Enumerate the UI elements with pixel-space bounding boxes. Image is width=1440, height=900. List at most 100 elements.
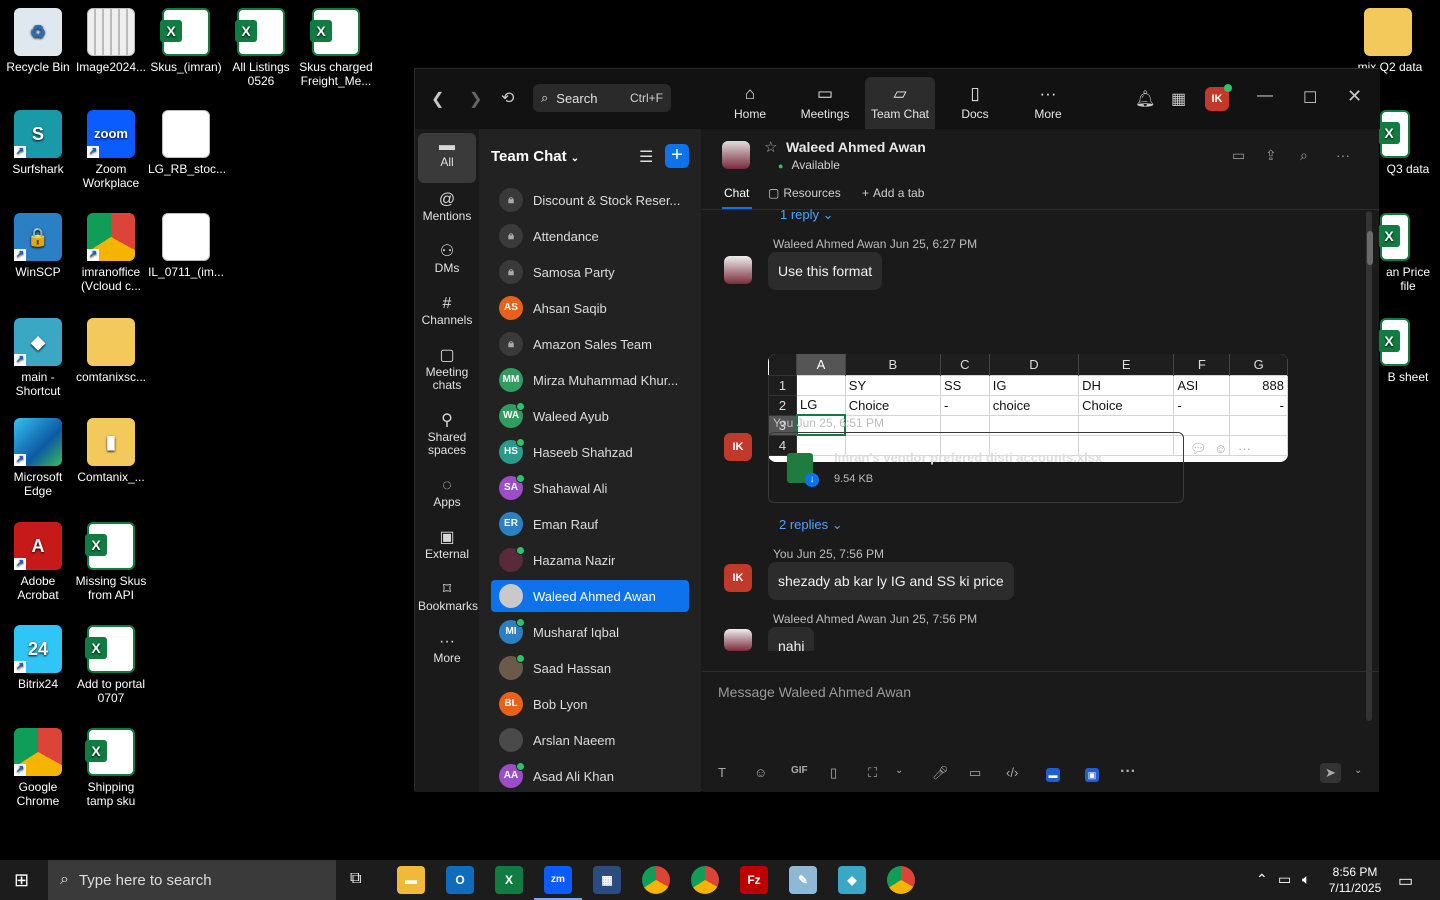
rail-more[interactable]: ··· More bbox=[418, 634, 476, 665]
notifications-icon[interactable]: ▭ bbox=[1398, 871, 1413, 891]
desktop-icon-recycle-bin[interactable]: ♻ Recycle Bin bbox=[0, 8, 76, 74]
desktop-icon-mix-q2[interactable]: mix Q2 data bbox=[1350, 8, 1430, 74]
desktop-icon-missing-skus[interactable]: Missing Skus from API bbox=[73, 522, 149, 602]
file-icon[interactable]: ▯ bbox=[830, 765, 837, 781]
share-screen-icon[interactable]: ⇪ bbox=[1265, 147, 1277, 164]
chrome-icon[interactable] bbox=[642, 866, 670, 894]
desktop-icon-add-to-portal[interactable]: Add to portal 0707 bbox=[73, 625, 149, 705]
outlook-icon[interactable]: O bbox=[446, 866, 474, 894]
desktop-icon-skus-charged[interactable]: Skus charged Freight_Me... bbox=[298, 8, 374, 88]
forward-icon[interactable]: ❯ bbox=[469, 89, 482, 109]
desktop-icon-comtanixsc[interactable]: comtanixsc... bbox=[73, 318, 149, 384]
rail-meeting-chats[interactable]: ▢ Meeting chats bbox=[418, 348, 476, 392]
chat-list-item[interactable]: AS Ahsan Saqib bbox=[491, 292, 689, 324]
app-icon[interactable]: ◆ bbox=[838, 866, 866, 894]
contact-avatar[interactable] bbox=[722, 141, 750, 169]
calendar-icon[interactable]: ▦ bbox=[1171, 89, 1186, 109]
tab-resources[interactable]: ▢ Resources bbox=[768, 186, 841, 200]
avatar[interactable] bbox=[724, 629, 752, 651]
rail-mentions[interactable]: @ Mentions bbox=[418, 192, 476, 223]
desktop-icon-q3-data[interactable]: Q3 data bbox=[1378, 110, 1438, 176]
desktop-icon-winscp[interactable]: 🔒WinSCP bbox=[0, 213, 76, 279]
rail-apps[interactable]: ◌ Apps bbox=[418, 478, 476, 509]
replies-link[interactable]: 1 reply ⌄ bbox=[780, 207, 834, 223]
star-icon[interactable]: ☆ bbox=[764, 138, 777, 156]
rail-bookmarks[interactable]: ⌑ Bookmarks bbox=[418, 582, 478, 613]
tab-chat[interactable]: Chat bbox=[724, 186, 749, 200]
network-icon[interactable]: ▭ bbox=[1278, 871, 1291, 888]
chat-list-item[interactable]: MI Musharaf Iqbal bbox=[491, 616, 689, 648]
zoom-icon[interactable]: zm bbox=[534, 866, 582, 900]
chevron-up-icon[interactable]: ⌃ bbox=[1256, 871, 1268, 888]
chat-list-item[interactable]: BL Bob Lyon bbox=[491, 688, 689, 720]
screenshot-icon[interactable]: ⛶ bbox=[868, 765, 877, 781]
message-composer[interactable]: Message Waleed Ahmed Awan bbox=[702, 671, 1379, 732]
rail-all[interactable]: ▬ All bbox=[418, 133, 476, 183]
app-plugin-icon[interactable]: ▣ bbox=[1085, 768, 1099, 782]
tab-docs[interactable]: ▯ Docs bbox=[940, 77, 1010, 129]
chevron-down-icon[interactable]: ⌄ bbox=[895, 765, 903, 776]
chat-list-item[interactable]: WA Waleed Ayub bbox=[491, 400, 689, 432]
desktop-icon-acrobat[interactable]: AAdobe Acrobat bbox=[0, 522, 76, 602]
desktop-icon-image[interactable]: Image2024... bbox=[73, 8, 149, 74]
task-view-icon[interactable]: ⧉ bbox=[350, 870, 361, 888]
user-avatar[interactable]: IK bbox=[1205, 84, 1232, 111]
tab-add[interactable]: + Add a tab bbox=[862, 186, 924, 200]
desktop-icon-zoom[interactable]: zoomZoom Workplace bbox=[73, 110, 149, 190]
emoji-icon[interactable]: ☺ bbox=[754, 765, 767, 780]
chat-list-title[interactable]: Team Chat ⌄ bbox=[491, 148, 579, 165]
desktop-icon-imranoffice[interactable]: imranoffice (Vcloud c... bbox=[73, 213, 149, 293]
more-tools-icon[interactable]: ··· bbox=[1120, 763, 1136, 781]
more-options-icon[interactable]: ··· bbox=[1336, 147, 1350, 163]
rail-shared-spaces[interactable]: ⚲ Shared spaces bbox=[418, 413, 476, 457]
chat-list-item[interactable]: 🔒︎ Samosa Party bbox=[491, 256, 689, 288]
desktop-icon-edge[interactable]: Microsoft Edge bbox=[0, 418, 76, 498]
tab-more[interactable]: ··· More bbox=[1013, 77, 1083, 129]
desktop-icon-surfshark[interactable]: SSurfshark bbox=[0, 110, 76, 176]
filter-icon[interactable]: ☰ bbox=[639, 147, 653, 167]
app-plugin-icon[interactable]: ▬ bbox=[1046, 768, 1060, 782]
chat-list-item[interactable]: AA Asad Ali Khan bbox=[491, 760, 689, 792]
chat-list-item[interactable]: HS Haseeb Shahzad bbox=[491, 436, 689, 468]
back-icon[interactable]: ❮ bbox=[431, 89, 444, 109]
search-input[interactable]: ⌕ Search Ctrl+F bbox=[533, 84, 671, 112]
desktop-icon-lg-rb[interactable]: LG_RB_stoc... bbox=[148, 110, 226, 176]
emoji-reaction-icon[interactable]: ☺ bbox=[1214, 441, 1227, 456]
rail-dms[interactable]: ⚇ DMs bbox=[418, 244, 476, 275]
contact-name[interactable]: Waleed Ahmed Awan bbox=[786, 139, 926, 155]
scrollbar-track[interactable] bbox=[1366, 211, 1372, 721]
desktop-icon-skus-imran[interactable]: Skus_(imran) bbox=[148, 8, 224, 74]
more-options-icon[interactable]: ··· bbox=[1238, 441, 1251, 456]
windows-start-icon[interactable]: ⊞ bbox=[14, 870, 34, 890]
desktop-icon-main-shortcut[interactable]: ◆main - Shortcut bbox=[0, 318, 76, 398]
message-bubble[interactable]: Use this format bbox=[768, 252, 883, 290]
maximize-button[interactable]: ☐ bbox=[1303, 88, 1317, 108]
taskbar-search[interactable]: ⌕ Type here to search bbox=[48, 860, 336, 900]
chat-list-item[interactable]: Hazama Nazir bbox=[491, 544, 689, 576]
volume-muted-icon[interactable]: 🔈︎ bbox=[1302, 871, 1310, 888]
scrollbar-thumb[interactable] bbox=[1367, 231, 1373, 265]
desktop-icon-price-file[interactable]: an Price file bbox=[1378, 213, 1438, 293]
reply-icon[interactable]: 💬︎ bbox=[1190, 441, 1207, 457]
chrome-icon[interactable] bbox=[887, 866, 915, 894]
chat-list-item[interactable]: SA Shahawal Ali bbox=[491, 472, 689, 504]
text-format-icon[interactable]: T bbox=[718, 765, 726, 780]
close-button[interactable]: ✕ bbox=[1347, 86, 1362, 107]
code-icon[interactable]: ‹/› bbox=[1006, 765, 1018, 780]
avatar[interactable]: IK bbox=[724, 564, 752, 592]
chat-list-item[interactable]: Arslan Naeem bbox=[491, 724, 689, 756]
new-chat-button[interactable]: + bbox=[665, 144, 689, 168]
chat-list-item[interactable]: MM Mirza Muhammad Khur... bbox=[491, 364, 689, 396]
message-bubble[interactable]: nahi bbox=[768, 627, 815, 651]
desktop-icon-shipping-tamp[interactable]: Shipping tamp sku bbox=[73, 728, 149, 808]
chevron-down-icon[interactable]: ⌄ bbox=[1354, 765, 1362, 776]
tab-meetings[interactable]: ▭ Meetings bbox=[790, 77, 860, 129]
minimize-button[interactable]: — bbox=[1257, 87, 1273, 105]
chrome-icon[interactable] bbox=[691, 866, 719, 894]
avatar[interactable] bbox=[724, 256, 752, 284]
filezilla-icon[interactable]: Fz bbox=[740, 866, 768, 894]
gif-icon[interactable]: GIF bbox=[791, 765, 808, 776]
tab-team-chat[interactable]: ▱ Team Chat bbox=[865, 77, 935, 129]
excel-icon[interactable]: X bbox=[495, 866, 523, 894]
chat-list-item[interactable]: Saad Hassan bbox=[491, 652, 689, 684]
